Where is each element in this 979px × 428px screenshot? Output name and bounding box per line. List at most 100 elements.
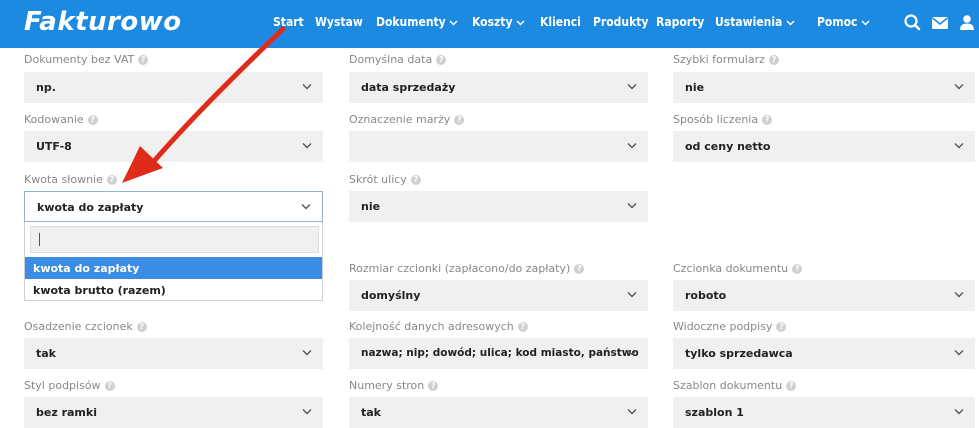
chevron-down-icon [449,19,459,26]
select-value: tak [36,347,56,360]
chevron-down-icon [954,292,964,298]
label-text: Kolejność danych adresowych [349,320,514,333]
select-value: tylko sprzedawca [685,347,793,360]
label-text: Skrót ulicy [349,173,407,186]
nav-pomoc-label: Pomoc [817,15,858,29]
select-styl-podpisow[interactable]: bez ramki [24,397,323,428]
label-text: Czcionka dokumentu [673,262,789,275]
dropdown-option[interactable]: kwota do zapłaty [25,257,322,279]
field-label-osadzenie-czcionek: Osadzenie czcionek? [24,320,147,333]
chevron-down-icon [627,409,637,415]
chevron-down-icon [627,84,637,90]
select-value: szablon 1 [685,406,744,419]
chevron-down-icon [786,19,795,26]
nav-start[interactable]: Start [273,15,304,29]
label-text: Szablon dokumentu [673,379,783,392]
select-osadzenie-czcionek[interactable]: tak [24,338,323,369]
dropdown-option[interactable]: kwota brutto (razem) [25,279,322,301]
chevron-down-icon [954,143,964,149]
user-icon[interactable] [957,12,977,34]
nav-wystaw[interactable]: Wystaw [315,15,363,29]
help-icon[interactable]: ? [786,381,797,391]
select-value: data sprzedaży [361,81,456,94]
label-text: Oznaczenie marży [349,113,451,126]
field-label-rozmiar-czcionki: Rozmiar czcionki (zapłacono/do zapłaty)? [349,262,585,275]
label-text: Kodowanie [24,113,84,126]
chevron-down-icon [302,350,312,356]
help-icon[interactable]: ? [762,115,773,125]
nav-koszty[interactable]: Koszty [472,15,525,29]
help-icon[interactable]: ? [410,175,421,185]
chevron-down-icon [954,409,964,415]
nav-ustawienia[interactable]: Ustawienia [715,15,795,29]
help-icon[interactable]: ? [454,115,465,125]
nav-klienci[interactable]: Klienci [540,15,581,29]
nav-ustawienia-label: Ustawienia [715,15,783,29]
help-icon[interactable]: ? [517,322,528,332]
chevron-down-icon [302,409,312,415]
nav-produkty[interactable]: Produkty [593,15,648,29]
app-logo[interactable]: Fakturowo [24,7,182,37]
select-value: tak [361,406,381,419]
select-domyslna-data[interactable]: data sprzedaży [349,72,648,103]
help-icon[interactable]: ? [776,322,787,332]
help-icon[interactable]: ? [768,55,779,65]
select-czcionka-dokumentu[interactable]: roboto [673,280,975,311]
chevron-down-icon [627,143,637,149]
label-text: Kwota słownie [24,173,103,186]
select-kodowanie[interactable]: UTF-8 [24,131,323,162]
help-icon[interactable]: ? [436,55,447,65]
help-icon[interactable]: ? [574,264,585,274]
field-label-szablon-dokumentu: Szablon dokumentu? [673,379,797,392]
select-value: nie [685,81,705,94]
help-icon[interactable]: ? [106,175,117,185]
select-numery-stron[interactable]: tak [349,397,648,428]
select-oznaczenie-marzy[interactable] [349,131,648,162]
label-text: Sposób liczenia [673,113,759,126]
field-label-kodowanie: Kodowanie? [24,113,98,126]
help-icon[interactable]: ? [428,381,439,391]
label-text: Rozmiar czcionki (zapłacono/do zapłaty) [349,262,571,275]
field-label-domyslna-data: Domyślna data? [349,53,447,66]
chevron-down-icon [516,19,525,26]
nav-pomoc[interactable]: Pomoc [817,15,870,29]
select-dokumenty-bez-vat[interactable]: np. [24,72,323,103]
select-szablon-dokumentu[interactable]: szablon 1 [673,397,975,428]
help-icon[interactable]: ? [136,322,147,332]
select-value: domyślny [361,289,421,302]
select-value: nazwa; nip; dowód; ulica; kod miasto, pa… [361,347,639,359]
mail-icon[interactable] [930,12,950,34]
label-text: Domyślna data [349,53,433,66]
select-szybki-formularz[interactable]: nie [673,72,975,103]
select-skrot-ulicy[interactable]: nie [349,191,648,222]
label-text: Numery stron [349,379,425,392]
nav-dokumenty-label: Dokumenty [376,15,446,29]
field-label-skrot-ulicy: Skrót ulicy? [349,173,421,186]
dropdown-search-input[interactable] [30,226,319,253]
select-kwota-slownie[interactable]: kwota do zapłaty [24,191,323,222]
help-icon[interactable]: ? [792,264,803,274]
select-widoczne-podpisy[interactable]: tylko sprzedawca [673,338,975,369]
label-text: Szybki formularz [673,53,765,66]
chevron-down-icon [954,350,964,356]
field-label-szybki-formularz: Szybki formularz? [673,53,779,66]
help-icon[interactable]: ? [138,55,149,65]
select-sposob-liczenia[interactable]: od ceny netto [673,131,975,162]
select-rozmiar-czcionki[interactable]: domyślny [349,280,648,311]
chevron-down-icon [627,292,637,298]
nav-raporty[interactable]: Raporty [656,15,704,29]
help-icon[interactable]: ? [87,115,98,125]
top-navbar: Fakturowo Start Wystaw Dokumenty Koszty … [0,0,979,48]
chevron-down-icon [954,84,964,90]
field-label-dokumenty-bez-vat: Dokumenty bez VAT? [24,53,149,66]
field-label-oznaczenie-marzy: Oznaczenie marży? [349,113,465,126]
nav-dokumenty[interactable]: Dokumenty [376,15,459,29]
field-label-kwota-slownie: Kwota słownie? [24,173,117,186]
help-icon[interactable]: ? [104,381,115,391]
select-value: nie [361,200,381,213]
select-kolejnosc-danych[interactable]: nazwa; nip; dowód; ulica; kod miasto, pa… [349,338,648,369]
chevron-down-icon [861,19,870,26]
label-text: Styl podpisów [24,379,101,392]
field-label-kolejnosc-danych: Kolejność danych adresowych? [349,320,528,333]
search-icon[interactable] [903,12,923,34]
